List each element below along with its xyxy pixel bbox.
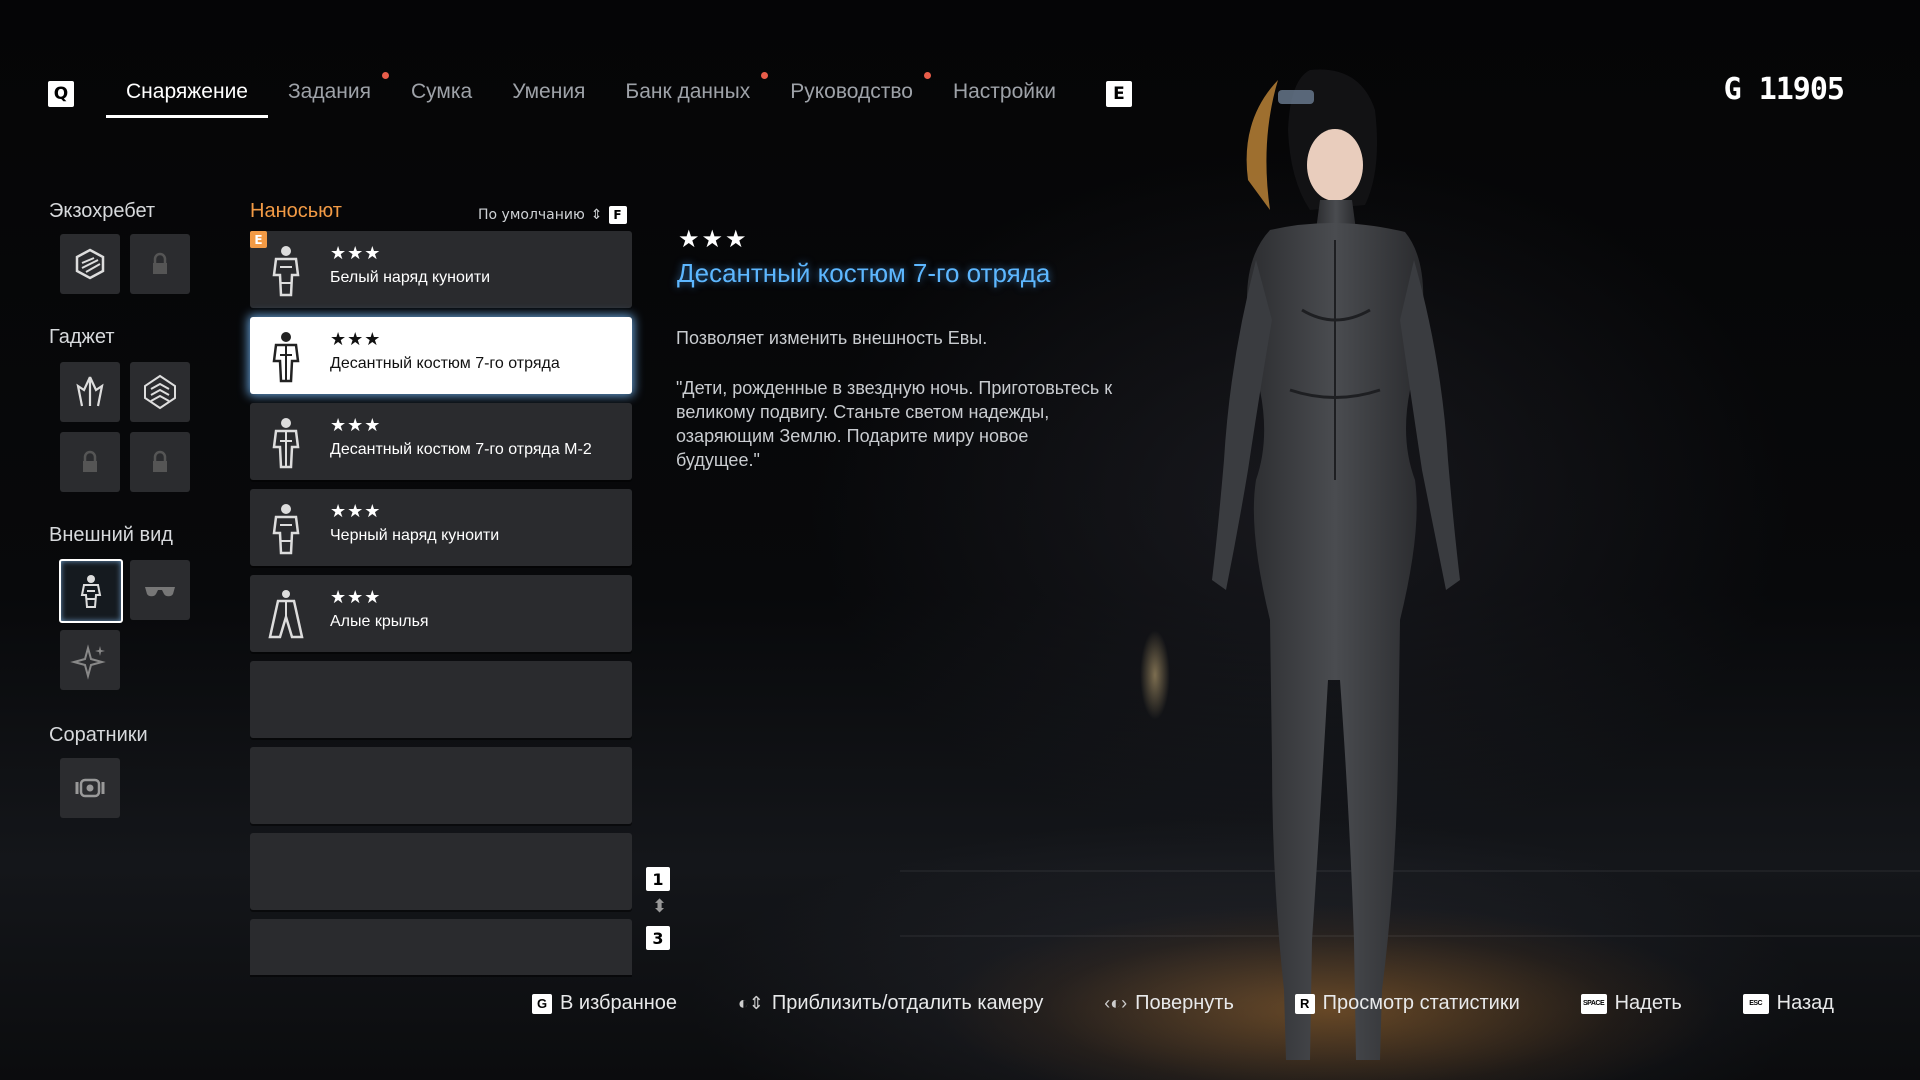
sort-label: По умолчанию (478, 207, 585, 223)
locked-slot[interactable] (130, 432, 190, 492)
empty-slot (250, 661, 632, 738)
hint-zoom[interactable]: ◐⇕ Приблизить/отдалить камеру (738, 992, 1044, 1015)
gadget-slot-1[interactable] (60, 362, 120, 422)
detail-stars: ★★★ (678, 225, 749, 253)
list-item[interactable]: ★★★ Черный наряд куноити (250, 489, 632, 566)
appearance-suit-slot[interactable] (59, 559, 123, 623)
companion-slot[interactable] (60, 758, 120, 818)
scroll-arrows-icon: ⬍ (652, 896, 668, 917)
item-stars: ★★★ (330, 415, 382, 436)
item-name: Черный наряд куноити (330, 527, 500, 544)
drone-icon (76, 376, 104, 407)
control-hints: G В избранное ◐⇕ Приблизить/отдалить кам… (532, 992, 1834, 1015)
item-name: Белый наряд куноити (330, 269, 491, 286)
page-up[interactable]: 1 (646, 867, 670, 891)
page-down[interactable]: 3 (646, 926, 670, 950)
list-item-selected[interactable]: ★★★ Десантный костюм 7-го отряда (250, 317, 632, 394)
esc-key: ESC (1742, 993, 1769, 1014)
outfit-drop-suit-m2-icon (272, 418, 300, 469)
mouse-drag-icon: ‹◐› (1104, 993, 1128, 1013)
tab-database[interactable]: Банк данных (605, 72, 770, 114)
sparkle-icon (70, 644, 106, 680)
hint-rotate[interactable]: ‹◐› Повернуть (1104, 992, 1234, 1015)
tab-skills[interactable]: Умения (492, 74, 605, 114)
item-name: Десантный костюм 7-го отряда М-2 (330, 441, 592, 458)
outfit-black-kunoichi-icon (272, 504, 300, 555)
mouse-scroll-icon: ◐⇕ (737, 993, 764, 1013)
locked-slot[interactable] (130, 234, 190, 294)
item-stars: ★★★ (330, 501, 382, 522)
item-stars: ★★★ (330, 329, 382, 350)
notification-dot (382, 72, 389, 79)
notification-dot (761, 72, 769, 79)
top-nav: Q Снаряжение Задания Сумка Умения Банк д… (48, 70, 1132, 118)
space-key: SPACE (1580, 993, 1607, 1014)
appearance-glasses-slot[interactable] (130, 560, 190, 620)
detail-title: Десантный костюм 7-го отряда (677, 258, 1051, 288)
list-title: Наносьют (250, 200, 342, 222)
lock-icon (83, 450, 97, 472)
item-stars: ★★★ (330, 243, 382, 264)
currency-symbol: G (1723, 72, 1742, 107)
tab-bag[interactable]: Сумка (391, 74, 492, 114)
tab-guide[interactable]: Руководство (770, 72, 933, 114)
hint-back[interactable]: ESC Назад (1742, 992, 1834, 1015)
outfit-white-kunoichi-icon (272, 246, 300, 297)
sort-control[interactable]: По умолчанию ⇕ F (478, 206, 627, 224)
locked-slot[interactable] (60, 432, 120, 492)
list-item[interactable]: ★★★ Десантный костюм 7-го отряда М-2 (250, 403, 632, 480)
list-item[interactable]: ★★★ Белый наряд куноити (250, 231, 632, 308)
glasses-icon (145, 587, 175, 597)
tab-quests[interactable]: Задания (268, 72, 391, 114)
empty-slot (250, 747, 632, 824)
currency-display: G 11905 (1723, 72, 1845, 107)
list-item[interactable]: ★★★ Алые крылья (250, 575, 632, 652)
exospine-icon (75, 248, 105, 280)
gadget-slot-2[interactable] (130, 362, 190, 422)
category-companions-title: Соратники (49, 724, 148, 746)
next-tab-key[interactable]: E (1105, 81, 1132, 107)
companion-drone-icon (75, 778, 105, 798)
detail-quote: "Дети, рожденные в звездную ночь. Пригот… (676, 378, 1113, 470)
hint-equip[interactable]: SPACE Надеть (1580, 992, 1682, 1015)
prev-tab-key[interactable]: Q (48, 81, 74, 107)
item-name: Десантный костюм 7-го отряда (330, 355, 560, 372)
outfit-scarlet-wings-icon (268, 590, 304, 639)
item-name: Алые крылья (330, 613, 429, 630)
character-model (1212, 69, 1460, 1060)
hint-favorite[interactable]: G В избранное (532, 992, 677, 1015)
lock-icon (153, 252, 167, 274)
category-appearance-title: Внешний вид (49, 524, 173, 546)
empty-slot (250, 833, 632, 910)
item-stars: ★★★ (330, 587, 382, 608)
category-exospine-title: Экзохребет (49, 200, 156, 222)
sort-key: F (608, 206, 627, 224)
favorite-key: G (532, 993, 552, 1014)
appearance-accessory-slot[interactable] (60, 630, 120, 690)
empty-slot (250, 919, 632, 975)
notification-dot (923, 72, 931, 79)
category-gadget-title: Гаджет (49, 326, 115, 348)
suit-icon (80, 575, 102, 608)
detail-description: Позволяет изменить внешность Евы. (676, 328, 988, 348)
stats-key: R (1294, 993, 1315, 1014)
hint-stats[interactable]: R Просмотр статистики (1294, 992, 1520, 1015)
tab-equipment[interactable]: Снаряжение (106, 74, 268, 118)
exospine-slot[interactable] (60, 234, 120, 294)
lock-icon (153, 450, 167, 472)
outfit-drop-suit-icon (272, 332, 300, 383)
sort-arrows-icon: ⇕ (590, 207, 603, 223)
chevron-stack-icon (144, 374, 176, 410)
tab-list: Снаряжение Задания Сумка Умения Банк дан… (106, 72, 1076, 118)
equipped-badge: E (250, 231, 267, 248)
tab-settings[interactable]: Настройки (933, 74, 1076, 114)
currency-amount: 11905 (1758, 72, 1845, 107)
